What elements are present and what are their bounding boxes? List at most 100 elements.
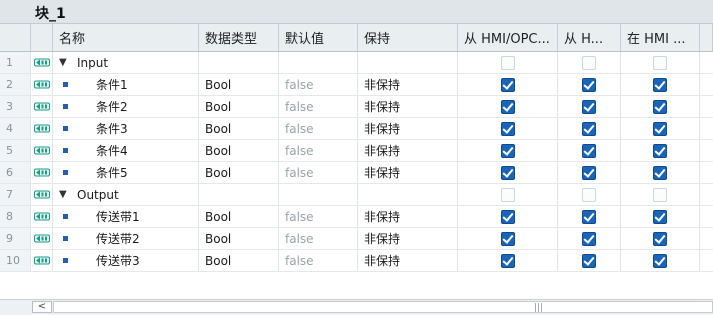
row-datatype[interactable] <box>199 52 279 73</box>
table-row[interactable]: 2 条件1 Bool false 非保持 <box>0 74 713 96</box>
visible-in-hmi-checkbox[interactable] <box>653 77 667 92</box>
visible-in-hmi-checkbox[interactable] <box>653 165 667 180</box>
row-datatype[interactable]: Bool <box>199 250 279 271</box>
horizontal-scrollbar[interactable]: < ||| <box>0 299 713 315</box>
writable-from-hmi-checkbox[interactable] <box>582 165 596 180</box>
header-visible-in-hmi[interactable]: 在 HMI ... <box>621 24 700 51</box>
row-datatype[interactable] <box>199 184 279 205</box>
row-name-cell[interactable]: 条件4 <box>53 140 199 161</box>
interface-icon <box>31 96 53 117</box>
row-retain[interactable]: 非保持 <box>358 96 458 117</box>
row-name: 传送带3 <box>96 254 140 268</box>
accessible-from-hmi-checkbox[interactable] <box>500 99 515 114</box>
accessible-from-hmi-checkbox[interactable] <box>500 253 515 268</box>
row-retain[interactable]: 非保持 <box>358 206 458 227</box>
row-default[interactable]: false <box>279 96 358 117</box>
accessible-from-hmi-checkbox[interactable] <box>500 165 515 180</box>
writable-from-hmi-checkbox[interactable] <box>582 121 596 136</box>
row-default[interactable]: false <box>279 118 358 139</box>
writable-from-hmi-checkbox[interactable] <box>582 143 596 158</box>
visible-in-hmi-checkbox[interactable] <box>653 121 667 136</box>
row-default[interactable]: false <box>279 250 358 271</box>
row-default[interactable]: false <box>279 206 358 227</box>
row-retain[interactable]: 非保持 <box>358 162 458 183</box>
row-name-cell[interactable]: 传送带1 <box>53 206 199 227</box>
visible-in-hmi-checkbox[interactable] <box>653 209 667 224</box>
row-col1-cell <box>458 162 558 183</box>
accessible-from-hmi-checkbox[interactable] <box>500 121 515 136</box>
table-row[interactable]: 10 传送带3 Bool false 非保持 <box>0 250 713 272</box>
table-row[interactable]: 9 传送带2 Bool false 非保持 <box>0 228 713 250</box>
accessible-from-hmi-checkbox[interactable] <box>500 209 515 224</box>
row-name-cell[interactable]: 条件2 <box>53 96 199 117</box>
visible-in-hmi-checkbox[interactable] <box>653 231 667 246</box>
writable-from-hmi-checkbox[interactable] <box>582 231 596 246</box>
table-row[interactable]: 6 条件5 Bool false 非保持 <box>0 162 713 184</box>
row-col1-cell <box>458 96 558 117</box>
table-row[interactable]: 8 传送带1 Bool false 非保持 <box>0 206 713 228</box>
row-name-cell[interactable]: 传送带3 <box>53 250 199 271</box>
row-default[interactable]: false <box>279 140 358 161</box>
row-datatype[interactable]: Bool <box>199 228 279 249</box>
row-datatype[interactable]: Bool <box>199 118 279 139</box>
row-retain[interactable] <box>358 184 458 205</box>
visible-in-hmi-checkbox[interactable] <box>653 99 667 114</box>
accessible-from-hmi-checkbox[interactable] <box>500 55 515 70</box>
bool-member-icon <box>63 214 68 219</box>
accessible-from-hmi-checkbox[interactable] <box>500 187 515 202</box>
visible-in-hmi-checkbox[interactable] <box>653 143 667 158</box>
row-datatype[interactable]: Bool <box>199 140 279 161</box>
scroll-left-button[interactable]: < <box>32 301 52 313</box>
row-retain[interactable]: 非保持 <box>358 140 458 161</box>
writable-from-hmi-checkbox[interactable] <box>582 77 596 92</box>
row-name-cell[interactable]: ▼ Input <box>53 52 199 73</box>
row-default[interactable] <box>279 52 358 73</box>
accessible-from-hmi-checkbox[interactable] <box>500 143 515 158</box>
row-retain[interactable]: 非保持 <box>358 118 458 139</box>
visible-in-hmi-checkbox[interactable] <box>653 55 667 70</box>
row-name-cell[interactable]: 条件1 <box>53 74 199 95</box>
header-retain[interactable]: 保持 <box>358 24 458 51</box>
writable-from-hmi-checkbox[interactable] <box>582 187 596 202</box>
writable-from-hmi-checkbox[interactable] <box>582 55 596 70</box>
row-default[interactable] <box>279 184 358 205</box>
table-row[interactable]: 4 条件3 Bool false 非保持 <box>0 118 713 140</box>
table-row[interactable]: 3 条件2 Bool false 非保持 <box>0 96 713 118</box>
row-name-cell[interactable]: 条件3 <box>53 118 199 139</box>
table-row[interactable]: 1 ▼ Input <box>0 52 713 74</box>
row-default[interactable]: false <box>279 162 358 183</box>
row-datatype[interactable]: Bool <box>199 162 279 183</box>
header-writable-from-hmi[interactable]: 从 H... <box>558 24 621 51</box>
row-retain[interactable]: 非保持 <box>358 228 458 249</box>
header-datatype[interactable]: 数据类型 <box>199 24 279 51</box>
header-name[interactable]: 名称 <box>53 24 199 51</box>
scroll-track[interactable]: ||| <box>53 301 713 313</box>
row-retain[interactable]: 非保持 <box>358 74 458 95</box>
row-datatype[interactable]: Bool <box>199 74 279 95</box>
collapse-caret-icon[interactable]: ▼ <box>59 57 69 68</box>
writable-from-hmi-checkbox[interactable] <box>582 99 596 114</box>
row-default[interactable]: false <box>279 74 358 95</box>
row-name-cell[interactable]: 传送带2 <box>53 228 199 249</box>
visible-in-hmi-checkbox[interactable] <box>653 187 667 202</box>
row-retain[interactable]: 非保持 <box>358 250 458 271</box>
accessible-from-hmi-checkbox[interactable] <box>500 231 515 246</box>
header-accessible-from-hmi[interactable]: 从 HMI/OPC... <box>458 24 558 51</box>
writable-from-hmi-checkbox[interactable] <box>582 253 596 268</box>
row-name: 条件4 <box>96 144 128 158</box>
row-name-cell[interactable]: ▼ Output <box>53 184 199 205</box>
row-datatype[interactable]: Bool <box>199 96 279 117</box>
scroll-thumb[interactable]: ||| <box>53 301 713 313</box>
collapse-caret-icon[interactable]: ▼ <box>59 189 69 200</box>
table-row[interactable]: 5 条件4 Bool false 非保持 <box>0 140 713 162</box>
writable-from-hmi-checkbox[interactable] <box>582 209 596 224</box>
accessible-from-hmi-checkbox[interactable] <box>500 77 515 92</box>
table-row[interactable]: 7 ▼ Output <box>0 184 713 206</box>
row-datatype[interactable]: Bool <box>199 206 279 227</box>
header-default[interactable]: 默认值 <box>279 24 358 51</box>
row-name-cell[interactable]: 条件5 <box>53 162 199 183</box>
row-col1-cell <box>458 140 558 161</box>
row-retain[interactable] <box>358 52 458 73</box>
visible-in-hmi-checkbox[interactable] <box>653 253 667 268</box>
row-default[interactable]: false <box>279 228 358 249</box>
